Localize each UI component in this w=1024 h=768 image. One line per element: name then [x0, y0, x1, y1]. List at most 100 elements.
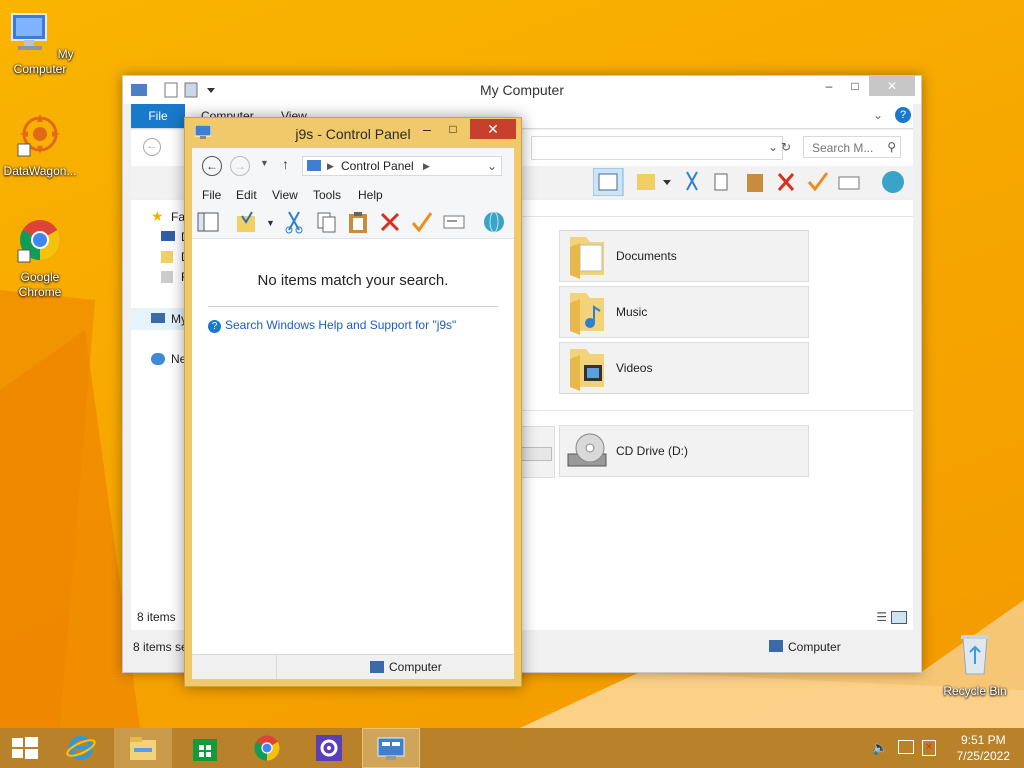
desktop-icon-label: DataWagon...: [3, 164, 77, 178]
desktop-nav-icon: [161, 231, 175, 241]
divider: [208, 306, 498, 307]
taskbar-store[interactable]: [176, 728, 234, 768]
clock-time: 9:51 PM: [960, 733, 1006, 747]
volume-muted-icon[interactable]: 🔈: [872, 740, 888, 756]
menu-view[interactable]: View: [272, 188, 298, 202]
help-link-text[interactable]: Search Windows Help and Support for "j9s…: [225, 318, 456, 332]
recent-locations-icon[interactable]: ▼: [260, 158, 269, 168]
help-icon[interactable]: ?: [895, 107, 911, 123]
address-text[interactable]: Control Panel: [341, 157, 414, 175]
paste-icon[interactable]: [346, 210, 370, 234]
cut-icon[interactable]: [282, 210, 306, 234]
empty-message: No items match your search.: [257, 272, 449, 289]
file-explorer-icon: [130, 737, 156, 760]
dropdown-arrow-icon[interactable]: ▼: [266, 218, 275, 228]
tile-videos[interactable]: Videos: [559, 342, 809, 394]
content-item-count: 8 items: [137, 610, 176, 624]
layout-icon[interactable]: [196, 210, 220, 234]
breadcrumb-separator-icon[interactable]: ▶: [423, 157, 430, 175]
maximize-button[interactable]: □: [439, 119, 467, 139]
folder-options-icon[interactable]: [234, 210, 258, 234]
status-computer-icon: [370, 661, 384, 673]
recent-nav-icon: [161, 271, 173, 283]
network-nav-icon: [151, 353, 165, 365]
music-folder-icon: [570, 293, 604, 335]
taskbar-chrome[interactable]: [238, 728, 296, 768]
desktop-icon-my-computer[interactable]: My Computer: [0, 8, 80, 77]
menu-help[interactable]: Help: [358, 188, 383, 202]
tile-label: Documents: [616, 249, 677, 263]
control-panel-window[interactable]: j9s - Control Panel – □ ✕ ← → ▼ ↑ ▶ Cont…: [184, 117, 522, 687]
clock-date: 7/25/2022: [956, 749, 1010, 763]
desktop-icon-google-chrome[interactable]: Google Chrome: [0, 216, 80, 300]
status-bar: Computer: [192, 654, 514, 679]
tile-documents[interactable]: Documents: [559, 230, 809, 282]
status-computer-icon: [769, 640, 783, 652]
desktop-icon-datawagon[interactable]: DataWagon...: [0, 110, 80, 179]
recycle-bin-icon: [961, 635, 989, 675]
search-icon: ⚲: [887, 140, 896, 154]
window-title: My Computer: [479, 82, 565, 98]
details-view-icon[interactable]: ☰: [876, 610, 887, 624]
menu-tools[interactable]: Tools: [313, 188, 341, 202]
window-body: ← → ▼ ↑ ▶ Control Panel ▶ ⌄ File Edit Vi…: [192, 148, 514, 679]
minimize-button[interactable]: –: [815, 76, 843, 96]
delete-icon[interactable]: [378, 210, 402, 234]
copy-icon[interactable]: [314, 210, 338, 234]
videos-folder-icon: [570, 349, 604, 391]
refresh-icon[interactable]: ↻: [781, 140, 791, 154]
address-bar[interactable]: ▶ Control Panel ▶ ⌄: [302, 156, 502, 176]
action-center-icon[interactable]: ✕: [922, 740, 936, 756]
gear-icon: [316, 735, 342, 761]
documents-folder-icon: [570, 237, 604, 279]
toolbar-icons[interactable]: [593, 168, 913, 196]
close-button[interactable]: ✕: [470, 119, 516, 139]
address-bar[interactable]: ⌄: [531, 136, 783, 160]
help-link[interactable]: ? Search Windows Help and Support for "j9…: [208, 318, 456, 333]
up-icon[interactable]: ↑: [282, 156, 289, 172]
search-input[interactable]: [810, 140, 884, 156]
search-box[interactable]: ⚲: [803, 136, 901, 158]
favorites-star-icon: ★: [151, 208, 164, 224]
computer-nav-icon: [151, 313, 165, 323]
tile-music[interactable]: Music: [559, 286, 809, 338]
forward-icon[interactable]: →: [230, 156, 250, 176]
maximize-button[interactable]: □: [841, 76, 869, 96]
network-icon[interactable]: [898, 740, 914, 754]
status-location: Computer: [788, 640, 841, 654]
globe-icon[interactable]: [482, 210, 506, 234]
clock[interactable]: 9:51 PM 7/25/2022: [957, 732, 1010, 764]
tab-file[interactable]: File: [131, 104, 185, 128]
chrome-icon: [17, 220, 60, 263]
desktop-icon-recycle-bin[interactable]: Recycle Bin: [935, 630, 1015, 699]
close-button[interactable]: ✕: [869, 76, 915, 96]
large-icons-view-icon[interactable]: [891, 611, 907, 624]
address-dropdown-icon[interactable]: ⌄: [768, 140, 778, 154]
address-dropdown-icon[interactable]: ⌄: [487, 157, 497, 175]
back-icon[interactable]: ←: [202, 156, 222, 176]
title-bar[interactable]: My Computer – □ ✕: [123, 76, 921, 104]
tile-label: CD Drive (D:): [616, 444, 688, 458]
status-items: 8 items se: [133, 640, 188, 654]
datawagon-icon: [17, 114, 60, 157]
start-windows-icon[interactable]: [12, 737, 38, 759]
taskbar-file-explorer[interactable]: [114, 728, 172, 768]
menu-edit[interactable]: Edit: [236, 188, 257, 202]
menu-bar: File Edit View Tools Help: [192, 184, 514, 206]
taskbar-settings[interactable]: [300, 728, 358, 768]
taskbar: 🔈 ✕ 9:51 PM 7/25/2022: [0, 728, 1024, 768]
taskbar-internet-explorer[interactable]: [52, 728, 110, 768]
minimize-button[interactable]: –: [413, 119, 441, 139]
ribbon-expand-icon[interactable]: ⌄: [873, 108, 883, 122]
tile-cd-drive[interactable]: CD Drive (D:): [559, 425, 809, 477]
menu-file[interactable]: File: [202, 188, 221, 202]
properties-icon[interactable]: [442, 210, 466, 234]
toolbar: ▼: [192, 206, 514, 239]
title-bar[interactable]: j9s - Control Panel – □ ✕: [185, 118, 521, 148]
back-icon[interactable]: ←: [143, 138, 161, 156]
address-cp-icon: [307, 160, 321, 171]
taskbar-control-panel[interactable]: [362, 728, 420, 768]
checkmark-icon[interactable]: [410, 210, 434, 234]
desktop-icon-label: Google Chrome: [18, 270, 62, 299]
downloads-nav-icon: [161, 251, 173, 263]
